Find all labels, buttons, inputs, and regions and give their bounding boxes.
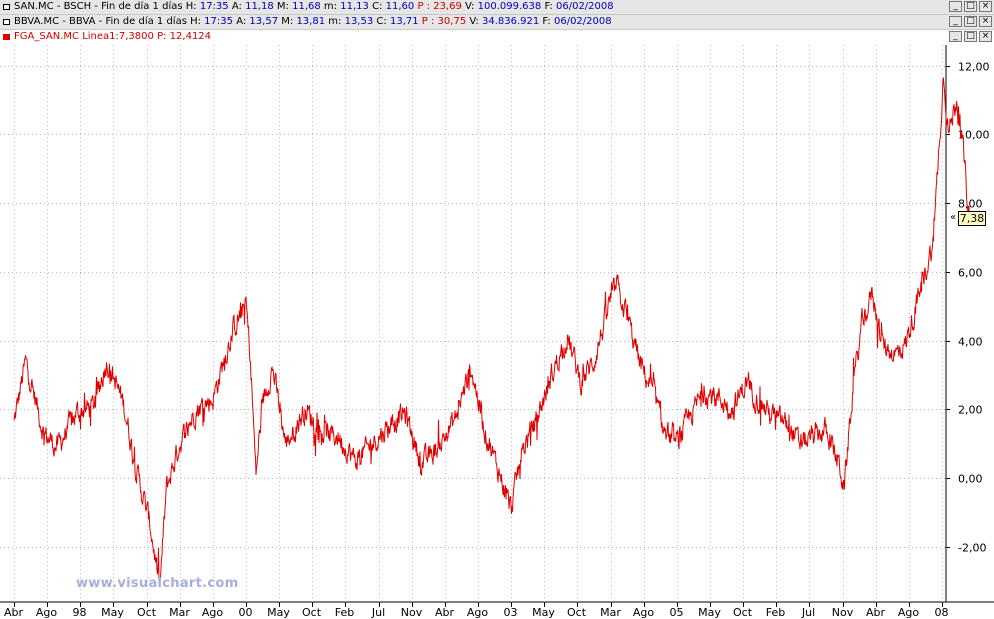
y-tick-label: 8,00 (958, 198, 983, 211)
last-value-pointer-icon: « (950, 212, 957, 223)
x-tick-label: 00 (239, 606, 253, 619)
x-tick-label: Jul (801, 606, 815, 619)
x-tick-label: Mar (169, 606, 190, 619)
x-tick-label: Oct (137, 606, 157, 619)
x-tick-label: Ago (633, 606, 655, 619)
x-tick-label: Oct (567, 606, 587, 619)
x-tick-label: May (698, 606, 721, 619)
x-tick-label: 08 (935, 606, 949, 619)
x-tick-label: Oct (733, 606, 753, 619)
series-line-linea1 (13, 77, 971, 584)
x-tick-label: Ago (898, 606, 920, 619)
x-tick-label: Ago (202, 606, 224, 619)
x-tick-label: 98 (73, 606, 87, 619)
x-tick-label: May (101, 606, 124, 619)
x-tick-label: Jul (371, 606, 385, 619)
x-tick-label: Ago (467, 606, 489, 619)
x-tick-label: Nov (832, 606, 854, 619)
x-tick-label: 03 (504, 606, 518, 619)
y-tick-label: -2,00 (958, 542, 986, 555)
x-tick-label: Ago (36, 606, 58, 619)
x-tick-label: Abr (4, 606, 24, 619)
x-tick-label: Abr (435, 606, 455, 619)
x-tick-label: Feb (335, 606, 354, 619)
last-value-label: 7,38 (958, 211, 986, 226)
y-tick-label: 6,00 (958, 267, 983, 280)
y-tick-label: 2,00 (958, 404, 983, 417)
y-tick-label: 0,00 (958, 473, 983, 486)
x-tick-label: 05 (670, 606, 684, 619)
x-tick-label: Nov (401, 606, 423, 619)
x-tick-label: May (532, 606, 555, 619)
x-tick-label: Feb (766, 606, 785, 619)
y-tick-label: 12,00 (958, 61, 990, 74)
watermark-text: www.visualchart.com (76, 576, 239, 591)
price-chart[interactable]: Abr Ago 98 May Oct Mar Ago 00 May Oct Feb Jul Nov Abr… (0, 0, 994, 619)
y-tick-label: 4,00 (958, 336, 983, 349)
x-tick-label: Oct (302, 606, 322, 619)
x-tick-label: May (267, 606, 290, 619)
x-tick-label: Abr (866, 606, 886, 619)
x-tick-label: Mar (600, 606, 621, 619)
